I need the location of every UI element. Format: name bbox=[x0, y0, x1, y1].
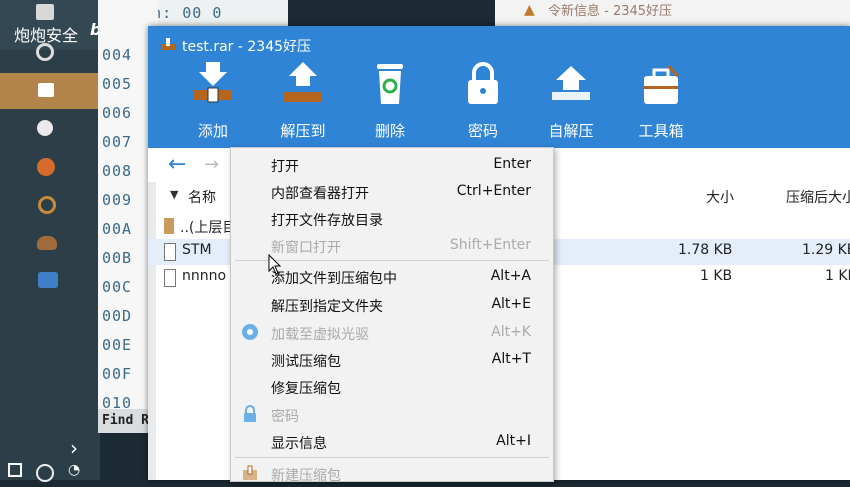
chevron-right-icon[interactable]: › bbox=[70, 436, 78, 460]
hex-row-offset: 008 bbox=[102, 162, 133, 180]
menu-item-shortcut: Enter bbox=[493, 156, 531, 172]
toolbar-label: 自解压 bbox=[548, 122, 594, 140]
disc-icon bbox=[242, 324, 258, 340]
column-name[interactable]: 名称 bbox=[188, 187, 216, 207]
lock-icon bbox=[468, 62, 498, 104]
toolbox-icon[interactable] bbox=[38, 272, 58, 288]
file-packed-size: 1.29 KB bbox=[802, 242, 850, 258]
record-icon[interactable] bbox=[36, 43, 54, 61]
chip-icon bbox=[38, 83, 54, 97]
file-size: 1 KB bbox=[700, 268, 733, 284]
menu-item-label: 打开 bbox=[271, 159, 299, 175]
toolbar-label: 密码 bbox=[467, 122, 498, 140]
toolbar-label: 工具箱 bbox=[638, 122, 684, 140]
folder-up-icon bbox=[164, 218, 174, 234]
self-extract-icon bbox=[552, 66, 590, 100]
extract-icon bbox=[284, 62, 322, 102]
new-archive-icon bbox=[243, 465, 257, 480]
menu-item-label: 加载至虚拟光驱 bbox=[271, 327, 369, 343]
file-icon bbox=[164, 243, 176, 261]
recycle-bin-icon bbox=[377, 64, 403, 104]
menu-item-label: 打开文件存放目录 bbox=[271, 213, 383, 229]
toolbar-label: 删除 bbox=[374, 122, 405, 140]
menu-item-extract-to[interactable]: 解压到指定文件夹 Alt+E bbox=[231, 291, 553, 318]
menu-item-test-archive[interactable]: 测试压缩包 Alt+T bbox=[231, 346, 553, 373]
menu-item-label: 添加文件到压缩包中 bbox=[271, 271, 397, 287]
menu-item-open-folder[interactable]: 打开文件存放目录 bbox=[231, 205, 553, 232]
menu-item-shortcut: Alt+T bbox=[491, 351, 531, 367]
hex-row-offset: 00F bbox=[102, 365, 133, 383]
hex-row-offset: 007 bbox=[102, 133, 133, 151]
search-icon[interactable] bbox=[38, 196, 56, 214]
menu-item-label: 内部查看器打开 bbox=[271, 186, 369, 202]
menu-item-shortcut: Alt+I bbox=[496, 433, 531, 449]
menu-item-internal-viewer[interactable]: 内部查看器打开 Ctrl+Enter bbox=[231, 178, 553, 205]
hex-row-offset: 00A bbox=[102, 220, 133, 238]
toolbar-label: 解压到 bbox=[280, 122, 326, 140]
menu-item-label: 解压到指定文件夹 bbox=[271, 299, 383, 315]
firefox-icon[interactable] bbox=[37, 158, 55, 176]
mouse-cursor-icon bbox=[268, 254, 282, 275]
hex-row-offset: 00C bbox=[102, 278, 133, 296]
menu-item-shortcut: Alt+A bbox=[490, 268, 531, 284]
clock-icon[interactable] bbox=[36, 464, 54, 482]
menu-item-shortcut: Alt+E bbox=[491, 296, 531, 312]
windows-icon[interactable] bbox=[8, 463, 22, 477]
file-packed-size: 1 KB bbox=[825, 268, 850, 284]
file-name: nnnno bbox=[182, 268, 227, 284]
hex-row-offset: 006 bbox=[102, 104, 133, 122]
folder-icon[interactable] bbox=[36, 4, 54, 20]
menu-item-shortcut: Alt+K bbox=[491, 324, 531, 340]
notification-text[interactable]: 令新信息 - 2345好压 bbox=[548, 0, 672, 19]
menu-item-label: 显示信息 bbox=[271, 436, 327, 452]
menu-item-label: 新建压缩包 bbox=[271, 468, 341, 484]
app-icon bbox=[160, 36, 176, 52]
menu-item-open[interactable]: 打开 Enter bbox=[231, 151, 553, 178]
file-name: STM bbox=[182, 242, 212, 258]
hex-row-offset: 004 bbox=[102, 46, 133, 64]
menu-item-new-archive: 新建压缩包 bbox=[231, 460, 553, 487]
sort-arrow-icon[interactable]: ▼ bbox=[170, 188, 178, 201]
menu-separator bbox=[235, 260, 549, 261]
context-menu: 打开 Enter 内部查看器打开 Ctrl+Enter 打开文件存放目录 新窗口… bbox=[230, 147, 554, 484]
file-size: 1.78 KB bbox=[678, 242, 733, 258]
lock-icon bbox=[244, 405, 256, 422]
menu-item-label: 密码 bbox=[271, 409, 299, 425]
menu-item-virtual-drive: 加载至虚拟光驱 Alt+K bbox=[231, 319, 553, 346]
toolbox-icon bbox=[644, 64, 680, 104]
file-name: ..(上层目 bbox=[180, 220, 237, 236]
toolbar-ribbon: test.rar - 2345好压 添加 解压到 删除 密码 自解压 工具箱 bbox=[148, 26, 850, 148]
hex-row-offset: 00B bbox=[102, 249, 133, 267]
menu-item-password: 密码 bbox=[231, 401, 553, 428]
menu-item-show-info[interactable]: 显示信息 Alt+I bbox=[231, 428, 553, 455]
hex-row-offset: 00D bbox=[102, 307, 133, 325]
forward-arrow-icon[interactable]: → bbox=[204, 154, 219, 175]
menu-item-shortcut: Shift+Enter bbox=[449, 237, 531, 253]
edge-icon[interactable] bbox=[37, 120, 53, 136]
back-arrow-icon[interactable]: ← bbox=[168, 152, 186, 177]
hex-row-offset: 00E bbox=[102, 336, 133, 354]
warning-icon: ▲ bbox=[524, 2, 535, 18]
hex-row-offset: 005 bbox=[102, 75, 133, 93]
menu-item-label: 修复压缩包 bbox=[271, 381, 341, 397]
menu-item-label: 测试压缩包 bbox=[271, 354, 341, 370]
bird-icon[interactable] bbox=[37, 236, 57, 250]
hex-row-offset: 009 bbox=[102, 191, 133, 209]
window-title: test.rar - 2345好压 bbox=[182, 39, 312, 55]
column-size[interactable]: 大小 bbox=[706, 187, 734, 207]
file-icon bbox=[164, 269, 176, 287]
column-packed[interactable]: 压缩后大小 bbox=[786, 187, 850, 207]
toolbar-label: 添加 bbox=[197, 122, 228, 140]
wifi-icon[interactable]: ◔ bbox=[68, 462, 80, 478]
add-archive-icon bbox=[194, 62, 232, 103]
menu-item-repair-archive[interactable]: 修复压缩包 bbox=[231, 373, 553, 400]
menu-separator bbox=[235, 457, 549, 458]
menu-item-shortcut: Ctrl+Enter bbox=[456, 183, 531, 199]
